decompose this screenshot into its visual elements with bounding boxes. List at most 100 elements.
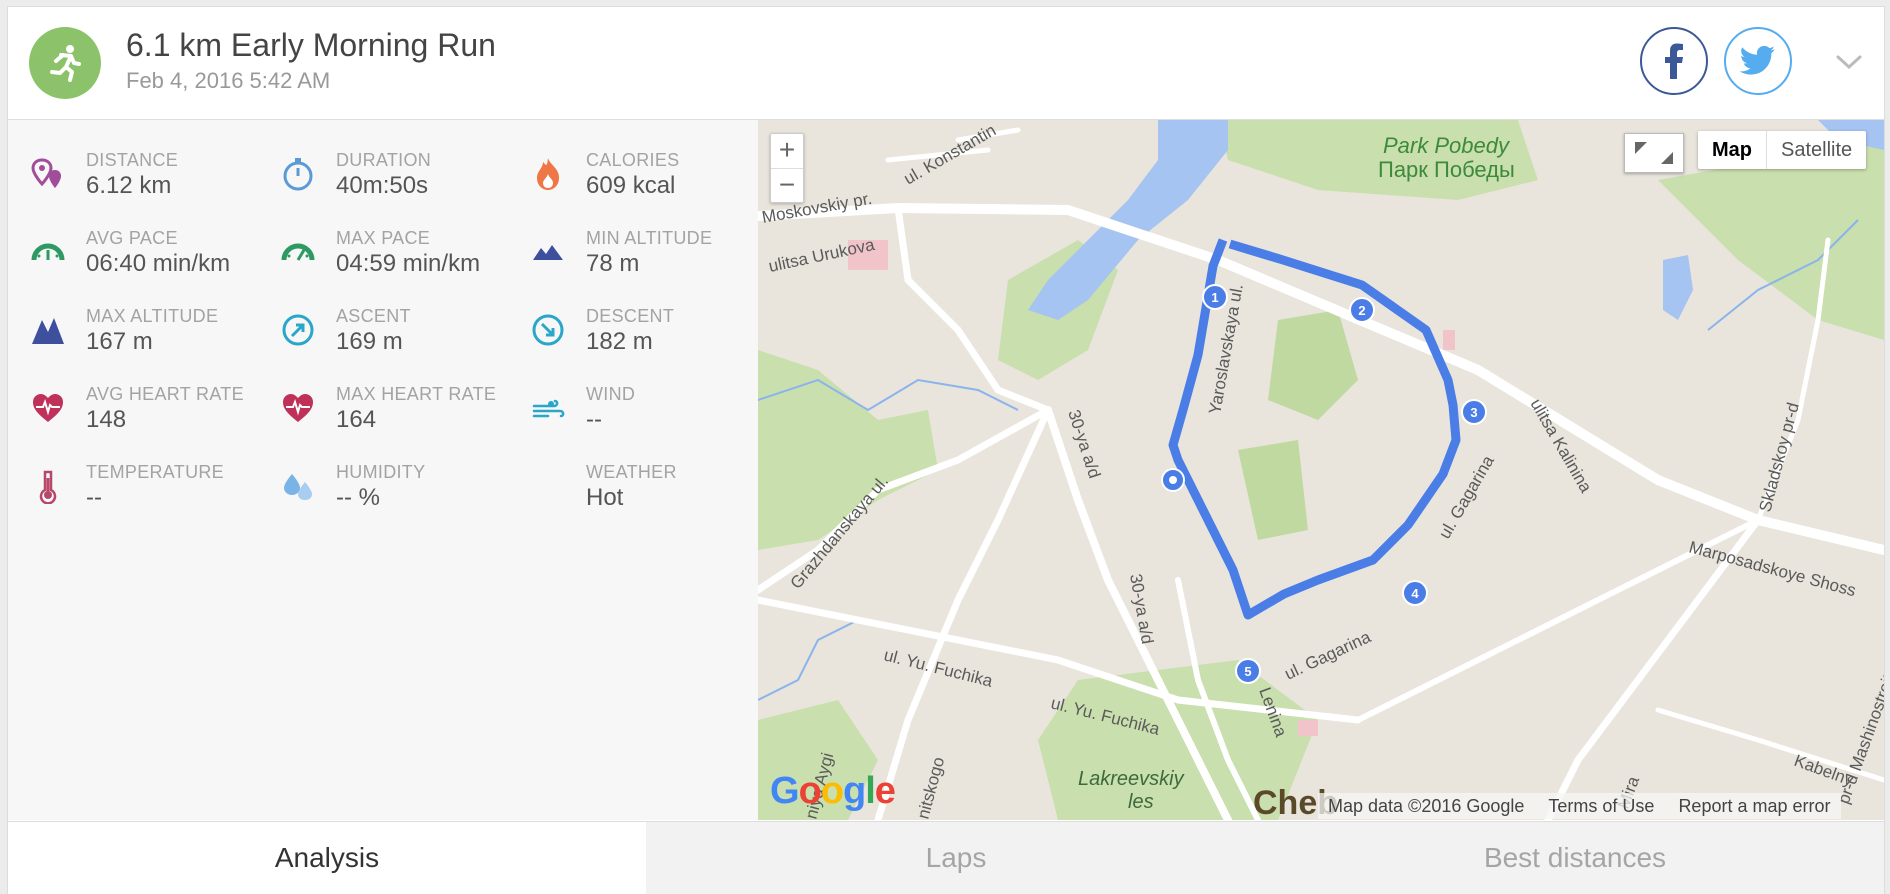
detail-tabs: Analysis Laps Best distances (8, 821, 1884, 894)
heart-rate-icon (30, 390, 66, 426)
stat-label: DISTANCE (86, 150, 179, 170)
stat-avg-pace: AVG PACE 06:40 min/km (30, 228, 270, 288)
twitter-share-button[interactable] (1724, 27, 1792, 95)
stat-avg-heart-rate: AVG HEART RATE 148 (30, 384, 270, 444)
facebook-share-button[interactable] (1640, 27, 1708, 95)
activity-title: 6.1 km Early Morning Run (126, 27, 496, 63)
running-icon (29, 27, 101, 99)
stat-value: 06:40 min/km (86, 250, 231, 277)
stat-value: 169 m (336, 328, 403, 355)
flame-icon (530, 156, 566, 192)
stat-value: -- % (336, 484, 380, 511)
workout-card: 6.1 km Early Morning Run Feb 4, 2016 5:4… (7, 6, 1885, 894)
wind-icon (530, 390, 566, 426)
stat-label: ASCENT (336, 306, 411, 326)
map-type-control: Map Satellite (1698, 131, 1867, 169)
chevron-down-icon[interactable] (1834, 47, 1864, 77)
stat-value: -- (86, 484, 102, 511)
speedometer-icon (30, 234, 66, 270)
route-marker[interactable]: 3 (1461, 399, 1487, 425)
heart-rate-icon (280, 390, 316, 426)
stat-calories: CALORIES 609 kcal (530, 150, 770, 210)
map-canvas[interactable]: Park Pobedy Парк Победы Moskovskiy pr. u… (758, 120, 1884, 820)
ascent-icon (280, 312, 316, 348)
fullscreen-toggle[interactable] (1624, 133, 1684, 173)
map-type-satellite-button[interactable]: Satellite (1767, 131, 1866, 169)
svg-text:1: 1 (1211, 290, 1218, 305)
tab-analysis[interactable]: Analysis (8, 822, 646, 894)
route-marker[interactable]: 1 (1202, 284, 1228, 310)
stat-label: DESCENT (586, 306, 675, 326)
stat-value: 164 (336, 406, 377, 433)
stat-label: WIND (586, 384, 636, 404)
svg-text:3: 3 (1470, 405, 1477, 420)
stat-weather: WEATHER Hot (530, 462, 770, 522)
stat-label: WEATHER (586, 462, 677, 482)
map-type-map-button[interactable]: Map (1698, 131, 1767, 169)
stat-label: AVG HEART RATE (86, 384, 244, 404)
location-pins-icon (30, 156, 66, 192)
stat-label: MAX PACE (336, 228, 431, 248)
stat-duration: DURATION 40m:50s (280, 150, 520, 210)
stat-max-heart-rate: MAX HEART RATE 164 (280, 384, 520, 444)
route-marker[interactable]: 5 (1235, 658, 1261, 684)
route-marker[interactable] (1161, 468, 1185, 492)
stat-value: 148 (86, 406, 127, 433)
twitter-icon (1740, 46, 1775, 75)
report-error-link[interactable]: Report a map error (1678, 793, 1830, 819)
stat-value: 609 kcal (586, 172, 676, 199)
google-logo: Google (770, 770, 896, 812)
stat-label: HUMIDITY (336, 462, 426, 482)
terms-link[interactable]: Terms of Use (1548, 793, 1654, 819)
building (1298, 720, 1318, 736)
stat-label: AVG PACE (86, 228, 178, 248)
stat-distance: DISTANCE 6.12 km (30, 150, 270, 210)
stat-temperature: TEMPERATURE -- (30, 462, 270, 522)
stat-value: -- (586, 406, 602, 433)
stat-min-altitude: MIN ALTITUDE 78 m (530, 228, 770, 288)
tab-laps[interactable]: Laps (646, 822, 1266, 894)
stat-value: 40m:50s (336, 172, 429, 199)
map-label-forest: Lakreevskiy (1078, 768, 1185, 790)
stat-value: 6.12 km (86, 172, 172, 199)
stopwatch-icon (280, 156, 316, 192)
mountains-low-icon (530, 234, 566, 270)
map-label-park: Park Pobedy (1383, 133, 1511, 158)
zoom-out-button[interactable]: − (771, 169, 803, 203)
stat-wind: WIND -- (530, 384, 770, 444)
svg-text:2: 2 (1358, 303, 1365, 318)
map-attribution: Map data ©2016 Google Terms of Use Repor… (1318, 793, 1841, 819)
map-label-park-ru: Парк Победы (1378, 157, 1515, 182)
stat-ascent: ASCENT 169 m (280, 306, 520, 366)
stat-humidity: HUMIDITY -- % (280, 462, 520, 522)
water-drops-icon (280, 468, 316, 504)
zoom-in-button[interactable]: + (771, 134, 803, 169)
stat-descent: DESCENT 182 m (530, 306, 770, 366)
building (1443, 330, 1455, 350)
tab-best-distances[interactable]: Best distances (1266, 822, 1884, 894)
facebook-icon (1665, 43, 1683, 79)
stat-label: DURATION (336, 150, 432, 170)
svg-text:4: 4 (1411, 586, 1419, 601)
speedometer-icon (280, 234, 316, 270)
stat-max-pace: MAX PACE 04:59 min/km (280, 228, 520, 288)
mountains-high-icon (30, 312, 66, 348)
route-map[interactable]: Park Pobedy Парк Победы Moskovskiy pr. u… (758, 120, 1884, 820)
map-data-credit: Map data ©2016 Google (1328, 796, 1525, 816)
stat-max-altitude: MAX ALTITUDE 167 m (30, 306, 270, 366)
map-label-forest: les (1128, 791, 1154, 813)
stat-value: 182 m (586, 328, 653, 355)
stat-label: MIN ALTITUDE (586, 228, 713, 248)
svg-text:5: 5 (1244, 664, 1251, 679)
activity-date: Feb 4, 2016 5:42 AM (126, 68, 331, 93)
stat-label: MAX ALTITUDE (86, 306, 219, 326)
activity-header: 6.1 km Early Morning Run Feb 4, 2016 5:4… (8, 7, 1884, 120)
stats-panel: DISTANCE 6.12 km DURATION 40m:50s CALORI… (8, 120, 758, 820)
descent-icon (530, 312, 566, 348)
stat-value: 04:59 min/km (336, 250, 481, 277)
stat-value: Hot (586, 484, 624, 511)
stat-value: 167 m (86, 328, 153, 355)
route-marker[interactable]: 2 (1349, 297, 1375, 323)
route-marker[interactable]: 4 (1402, 580, 1428, 606)
fullscreen-icon (1635, 142, 1673, 164)
